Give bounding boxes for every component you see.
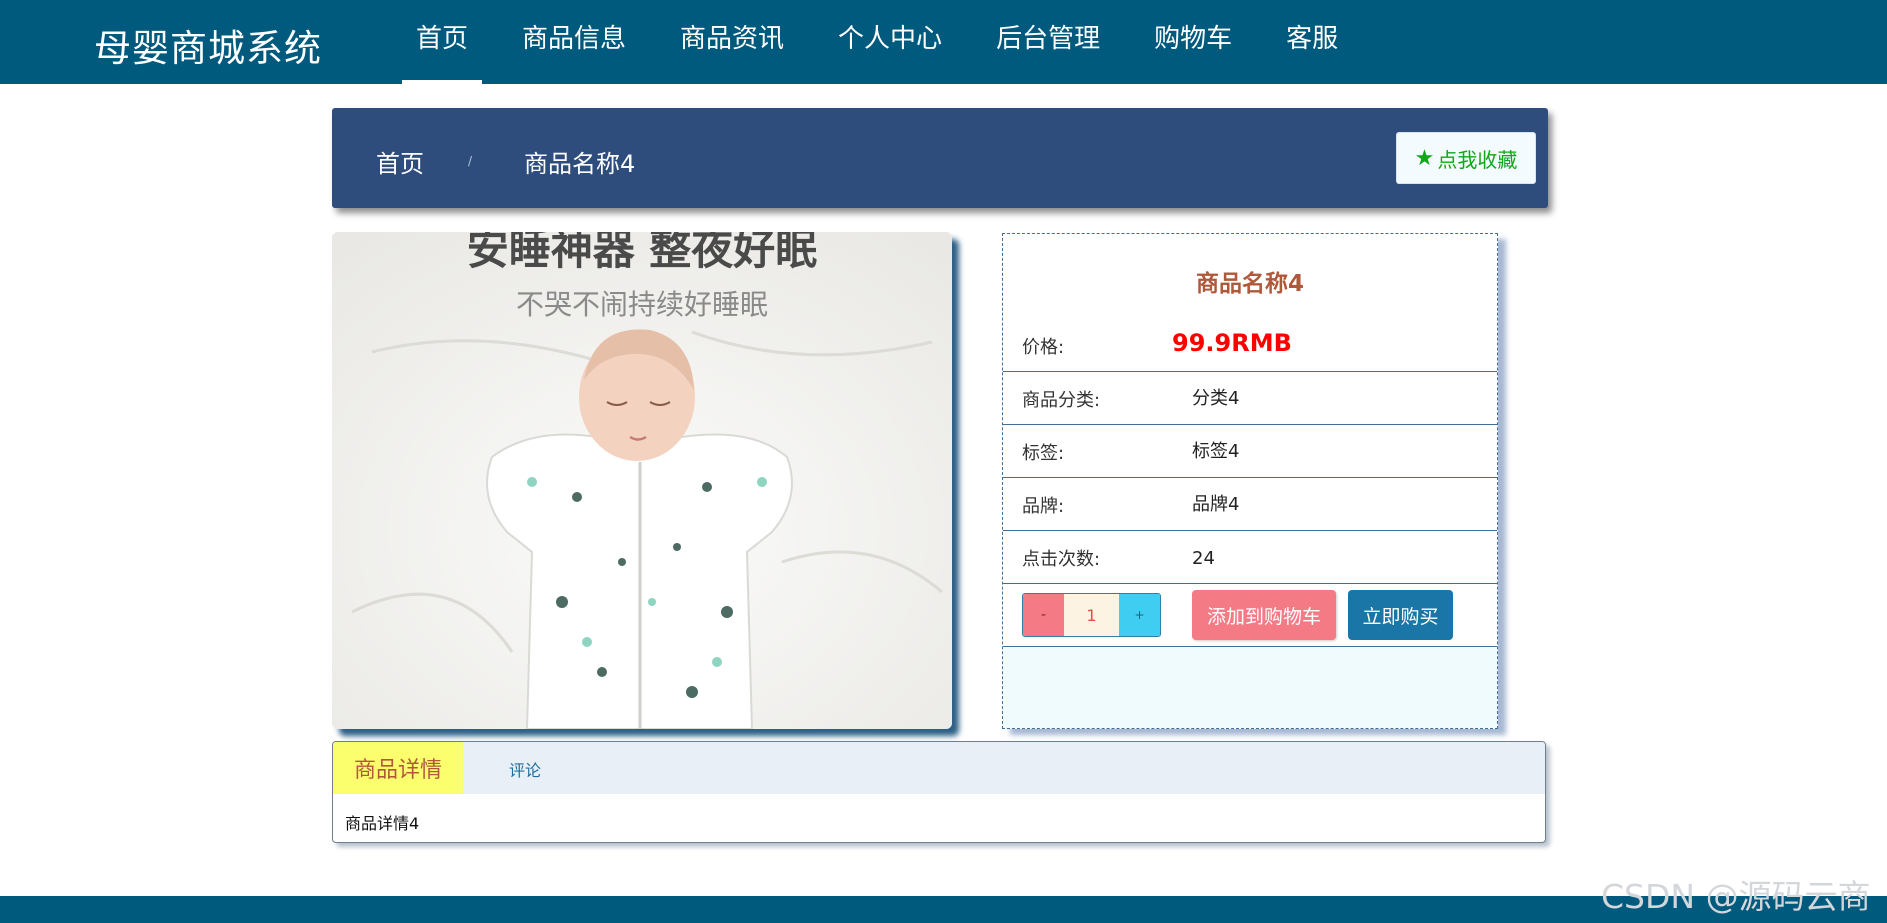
quantity-input[interactable]: 1 (1064, 594, 1119, 636)
breadcrumb-current: 商品名称4 (524, 150, 636, 178)
quantity-increase-button[interactable]: + (1119, 594, 1160, 636)
buy-now-button[interactable]: 立即购买 (1348, 590, 1453, 640)
favorite-button[interactable]: ★ 点我收藏 (1396, 132, 1536, 184)
nav-item-profile[interactable]: 个人中心 (824, 0, 956, 84)
brand-label: 品牌: (1022, 496, 1065, 517)
price-value: 99.9RMB (1172, 329, 1292, 357)
nav-item-home[interactable]: 首页 (402, 0, 483, 84)
tag-label: 标签: (1022, 443, 1065, 464)
breadcrumb-separator: / (468, 154, 473, 168)
main-menu: 首页 商品信息 商品资讯 个人中心 后台管理 购物车 客服 (402, 0, 1378, 84)
click-count-value: 24 (1192, 548, 1215, 569)
watermark: CSDN @源码云商 (1601, 877, 1871, 916)
favorite-button-label: 点我收藏 (1437, 147, 1518, 172)
purchase-actions: - 1 + 添加到购物车 立即购买 (1003, 582, 1497, 647)
tag-value: 标签4 (1192, 441, 1240, 462)
top-navbar: 母婴商城系统 首页 商品信息 商品资讯 个人中心 后台管理 购物车 客服 (0, 0, 1887, 84)
product-title: 商品名称4 (1195, 271, 1304, 297)
price-row: 价格: 99.9RMB (1003, 319, 1497, 372)
nav-item-cart[interactable]: 购物车 (1140, 0, 1246, 84)
quantity-stepper: - 1 + (1022, 593, 1161, 637)
tab-product-detail[interactable]: 商品详情 (333, 742, 463, 794)
quantity-decrease-button[interactable]: - (1023, 594, 1064, 636)
category-label: 商品分类: (1022, 390, 1101, 411)
tab-detail-content: 商品详情4 (345, 814, 420, 833)
product-image: 安睡神器 整夜好眠 不哭不闹持续好睡眠 (332, 232, 952, 729)
tag-row: 标签: 标签4 (1003, 425, 1497, 478)
category-row: 商品分类: 分类4 (1003, 372, 1497, 425)
click-count-label: 点击次数: (1022, 549, 1101, 570)
nav-item-product-news[interactable]: 商品资讯 (666, 0, 798, 84)
category-value: 分类4 (1192, 388, 1240, 409)
brand-value: 品牌4 (1192, 494, 1240, 515)
tab-bar: 商品详情 评论 (333, 742, 1545, 794)
product-info-panel: 商品名称4 价格: 99.9RMB 商品分类: 分类4 标签: 标签4 品牌: … (1002, 233, 1498, 729)
star-icon: ★ (1414, 145, 1435, 171)
image-headline: 安睡神器 整夜好眠 (467, 232, 818, 274)
brand-row: 品牌: 品牌4 (1003, 478, 1497, 531)
nav-item-product-info[interactable]: 商品信息 (508, 0, 640, 84)
add-to-cart-button[interactable]: 添加到购物车 (1192, 590, 1336, 640)
price-label: 价格: (1022, 337, 1065, 358)
tab-review[interactable]: 评论 (509, 757, 541, 781)
image-subline: 不哭不闹持续好睡眠 (516, 288, 768, 321)
breadcrumb: 首页 / 商品名称4 ★ 点我收藏 (332, 108, 1548, 208)
site-brand: 母婴商城系统 (94, 27, 322, 70)
info-panel-footer (1003, 648, 1497, 728)
click-count-row: 点击次数: 24 (1003, 531, 1497, 584)
nav-item-service[interactable]: 客服 (1272, 0, 1352, 84)
product-tabs: 商品详情 评论 商品详情4 (332, 741, 1546, 843)
product-photo: 安睡神器 整夜好眠 不哭不闹持续好睡眠 (332, 232, 952, 729)
breadcrumb-home-link[interactable]: 首页 (376, 144, 424, 179)
nav-item-admin[interactable]: 后台管理 (982, 0, 1114, 84)
